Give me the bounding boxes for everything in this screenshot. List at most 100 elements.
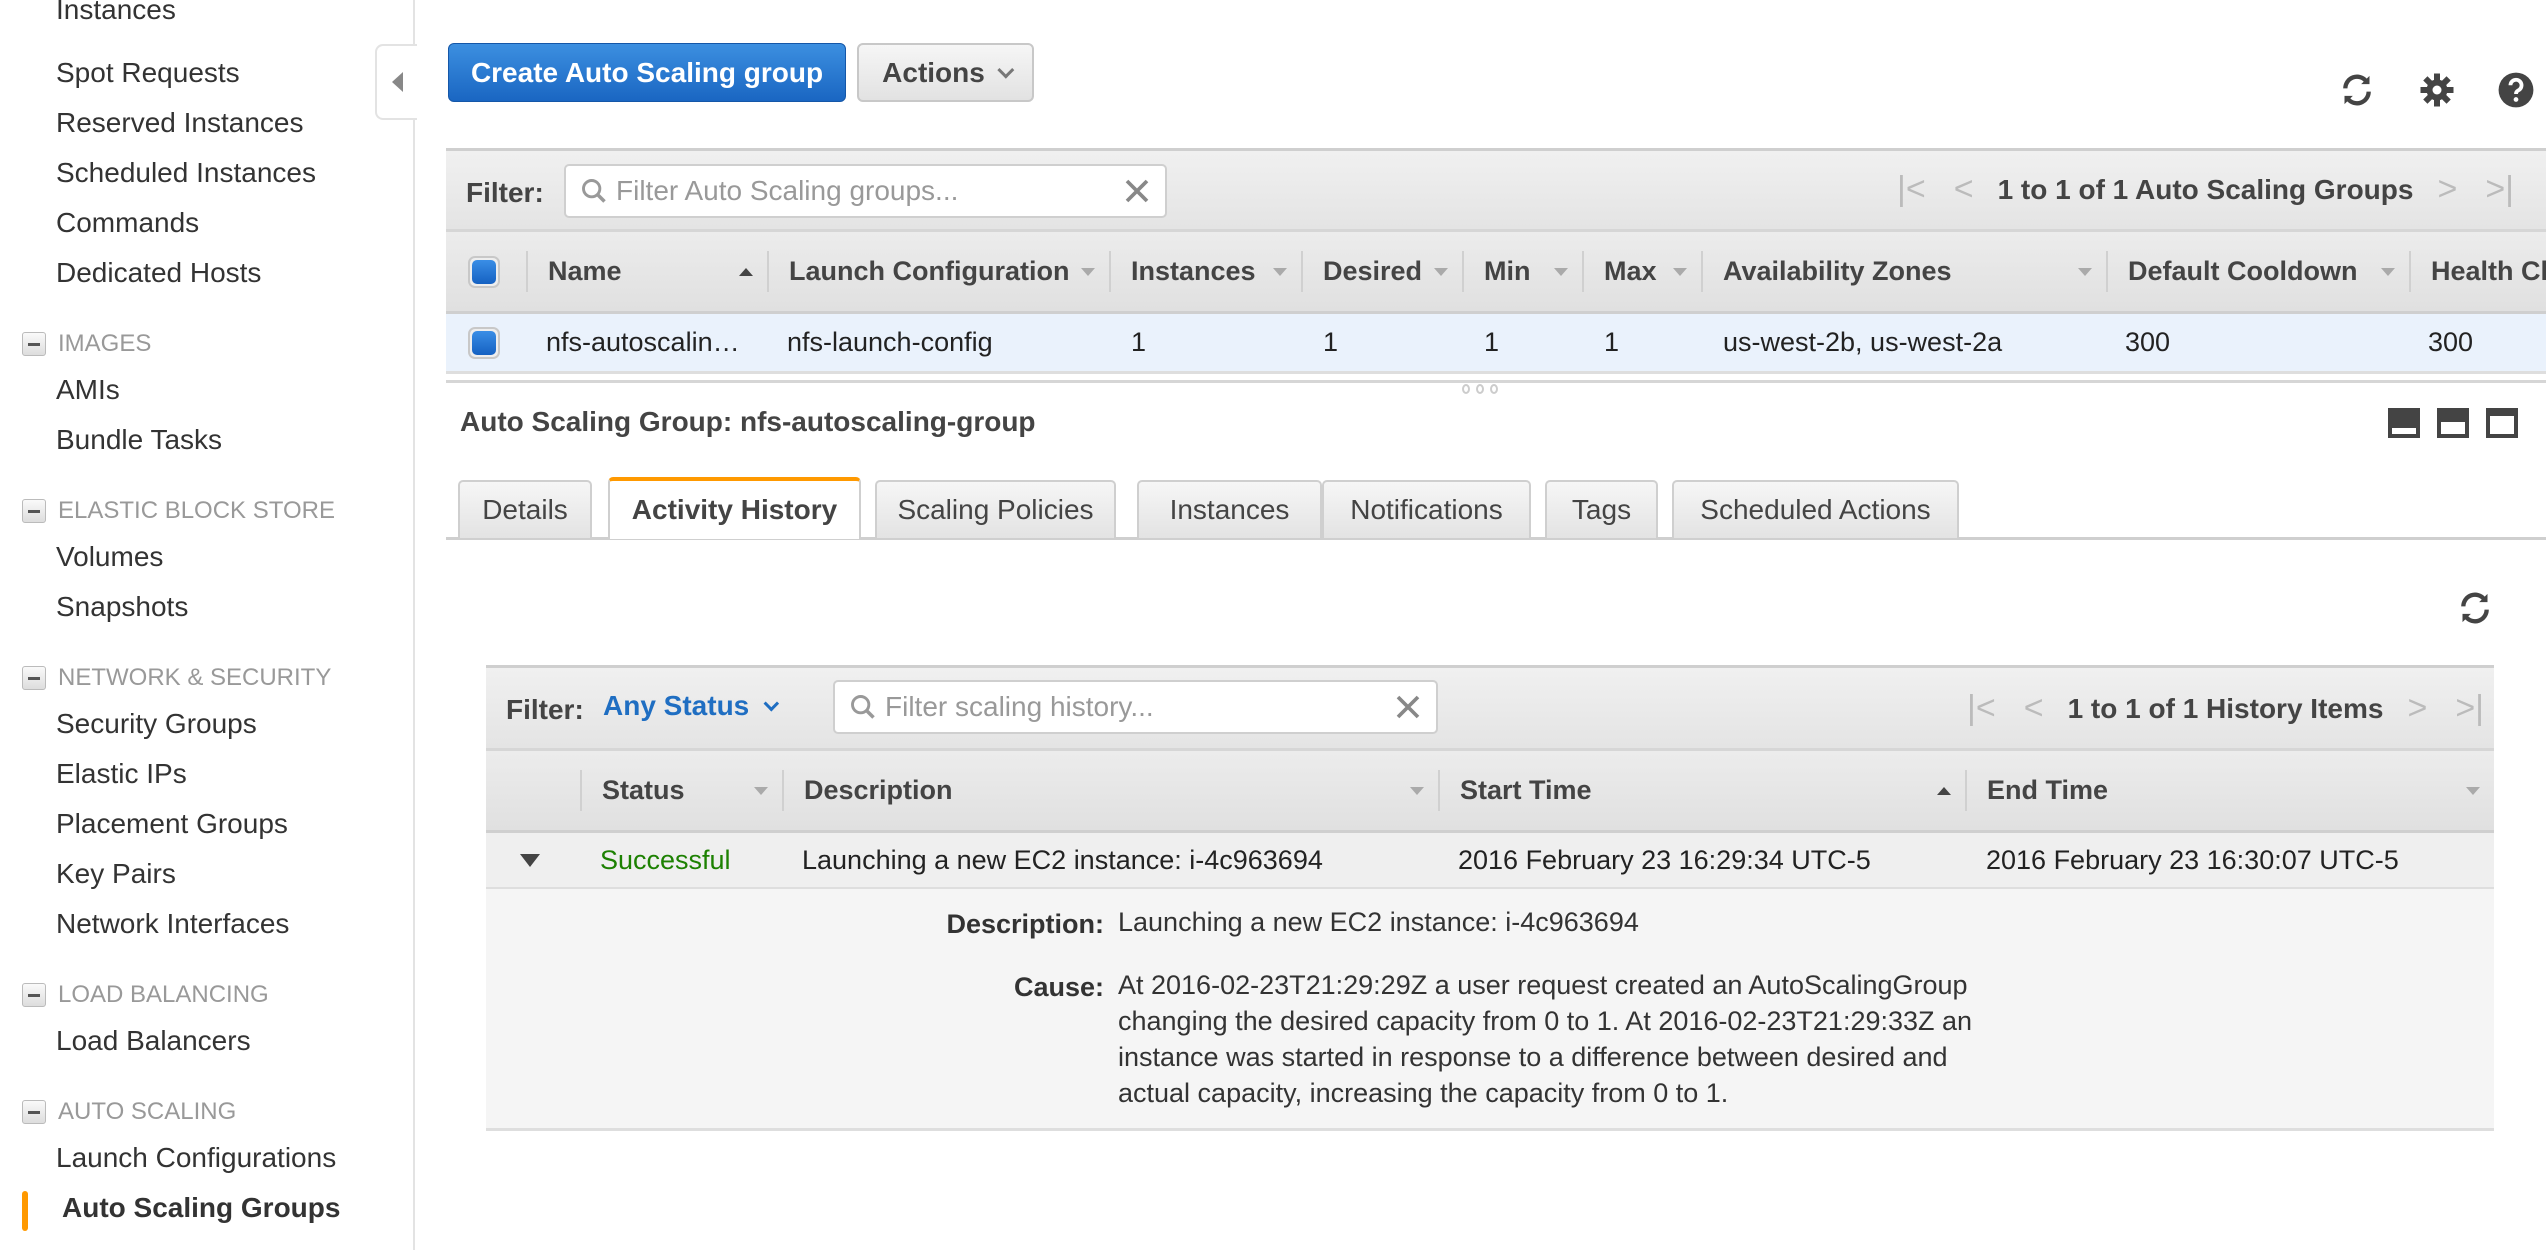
- tab-details[interactable]: Details: [458, 480, 592, 538]
- groups-pager: |< < 1 to 1 of 1 Auto Scaling Groups > >…: [1883, 170, 2528, 209]
- pager-text: 1 to 1 of 1 History Items: [2067, 692, 2384, 724]
- sidebar-item-bundle-tasks[interactable]: Bundle Tasks: [56, 424, 222, 456]
- next-page-icon[interactable]: >: [2437, 170, 2457, 209]
- first-page-icon[interactable]: |<: [1967, 689, 1996, 728]
- sidebar-item-elastic-ips[interactable]: Elastic IPs: [56, 758, 187, 790]
- sidebar-item-dedicated-hosts[interactable]: Dedicated Hosts: [56, 257, 261, 289]
- search-icon: [851, 695, 875, 719]
- sidebar-item-key-pairs[interactable]: Key Pairs: [56, 858, 176, 890]
- cell-launch-configuration: nfs-launch-config: [787, 327, 993, 357]
- history-search-input[interactable]: [885, 691, 1388, 723]
- column-header-health-check[interactable]: Health Cl: [2409, 232, 2546, 311]
- column-header-min[interactable]: Min: [1462, 232, 1582, 311]
- sidebar-item-commands[interactable]: Commands: [56, 207, 199, 239]
- resize-handle[interactable]: [1462, 384, 1498, 394]
- cell-default-cooldown: 300: [2125, 327, 2171, 357]
- column-header-status[interactable]: Status: [580, 751, 782, 830]
- tab-scaling-policies[interactable]: Scaling Policies: [875, 480, 1116, 538]
- groups-filter-bar: Filter: |< < 1 to 1 of 1 Auto Scaling Gr…: [446, 148, 2546, 232]
- column-header-default-cooldown[interactable]: Default Cooldown: [2106, 232, 2409, 311]
- history-pager: |< < 1 to 1 of 1 History Items > >|: [1953, 689, 2498, 728]
- history-search-box[interactable]: [833, 680, 1438, 734]
- groups-search-input[interactable]: [616, 175, 1117, 207]
- column-header-desired[interactable]: Desired: [1301, 232, 1462, 311]
- actions-dropdown-button[interactable]: Actions: [857, 43, 1034, 102]
- column-header-end-time[interactable]: End Time: [1965, 751, 2494, 830]
- sidebar-item-load-balancers[interactable]: Load Balancers: [56, 1025, 251, 1057]
- prev-page-icon[interactable]: <: [1954, 170, 1974, 209]
- clear-icon[interactable]: [1117, 171, 1157, 211]
- first-page-icon[interactable]: |<: [1897, 170, 1926, 209]
- collapse-section-icon[interactable]: [22, 666, 46, 690]
- sort-icon: [1673, 267, 1687, 276]
- table-row[interactable]: nfs-autoscalin… nfs-launch-config 1 1 1 …: [446, 314, 2546, 374]
- column-header-instances[interactable]: Instances: [1109, 232, 1301, 311]
- row-checkbox[interactable]: [468, 326, 500, 359]
- section-title: ELASTIC BLOCK STORE: [58, 497, 335, 524]
- column-header-description[interactable]: Description: [782, 751, 1438, 830]
- collapse-section-icon[interactable]: [22, 499, 46, 523]
- sidebar-item-spot-requests[interactable]: Spot Requests: [56, 57, 240, 89]
- refresh-history-icon[interactable]: [2455, 588, 2495, 628]
- refresh-icon[interactable]: [2337, 70, 2377, 110]
- collapse-section-icon[interactable]: [22, 1100, 46, 1124]
- select-all-checkbox-cell[interactable]: [468, 232, 518, 311]
- sidebar-item-launch-configurations[interactable]: Launch Configurations: [56, 1142, 336, 1174]
- cell-start-time: 2016 February 23 16:29:34 UTC-5: [1458, 844, 1871, 875]
- tab-scheduled-actions[interactable]: Scheduled Actions: [1672, 480, 1959, 538]
- help-icon[interactable]: [2497, 71, 2535, 109]
- sidebar-item-amis[interactable]: AMIs: [56, 374, 120, 406]
- sidebar-item-security-groups[interactable]: Security Groups: [56, 708, 257, 740]
- layout-medium-pane-icon[interactable]: [2437, 408, 2469, 438]
- gear-icon[interactable]: [2419, 72, 2455, 108]
- sidebar-item-volumes[interactable]: Volumes: [56, 541, 163, 573]
- sidebar-item-reserved-instances[interactable]: Reserved Instances: [56, 107, 303, 139]
- clear-icon[interactable]: [1388, 687, 1428, 727]
- cell-end-time: 2016 February 23 16:30:07 UTC-5: [1986, 844, 2399, 875]
- next-page-icon[interactable]: >: [2407, 689, 2427, 728]
- column-header-name[interactable]: Name: [526, 232, 767, 311]
- tab-notifications[interactable]: Notifications: [1322, 480, 1531, 538]
- sidebar-section-auto-scaling[interactable]: AUTO SCALING: [22, 1098, 236, 1126]
- sort-icon: [1273, 267, 1287, 276]
- sidebar-item-instances[interactable]: Instances: [56, 0, 176, 26]
- sidebar-section-load-balancing[interactable]: LOAD BALANCING: [22, 981, 269, 1009]
- detail-title: Auto Scaling Group: nfs-autoscaling-grou…: [460, 406, 1036, 437]
- tab-activity-history[interactable]: Activity History: [608, 477, 861, 539]
- section-title: AUTO SCALING: [58, 1098, 237, 1125]
- prev-page-icon[interactable]: <: [2024, 689, 2044, 728]
- layout-small-pane-icon[interactable]: [2388, 408, 2420, 438]
- pane-divider[interactable]: [446, 380, 2546, 383]
- last-page-icon[interactable]: >|: [2485, 170, 2514, 209]
- tab-tags[interactable]: Tags: [1545, 480, 1658, 538]
- sidebar-item-snapshots[interactable]: Snapshots: [56, 591, 188, 623]
- last-page-icon[interactable]: >|: [2455, 689, 2484, 728]
- sidebar-item-network-interfaces[interactable]: Network Interfaces: [56, 908, 289, 940]
- collapse-sidebar-button[interactable]: [375, 44, 417, 120]
- groups-search-box[interactable]: [564, 164, 1167, 218]
- tab-instances[interactable]: Instances: [1137, 480, 1322, 538]
- collapse-section-icon[interactable]: [22, 332, 46, 356]
- column-header-launch-configuration[interactable]: Launch Configuration: [767, 232, 1109, 311]
- create-auto-scaling-group-button[interactable]: Create Auto Scaling group: [448, 43, 846, 102]
- description-label: Description:: [946, 909, 1104, 939]
- row-checkbox-cell[interactable]: [468, 314, 500, 371]
- sidebar-section-network-security[interactable]: NETWORK & SECURITY: [22, 664, 331, 692]
- sidebar-item-auto-scaling-groups[interactable]: Auto Scaling Groups: [62, 1192, 340, 1224]
- expand-row-toggle[interactable]: [520, 833, 540, 887]
- status-filter-dropdown[interactable]: Any Status: [603, 690, 780, 722]
- sidebar-item-placement-groups[interactable]: Placement Groups: [56, 808, 288, 840]
- sidebar-item-scheduled-instances[interactable]: Scheduled Instances: [56, 157, 316, 189]
- layout-large-pane-icon[interactable]: [2486, 408, 2518, 438]
- column-header-start-time[interactable]: Start Time: [1438, 751, 1965, 830]
- section-title: LOAD BALANCING: [58, 981, 269, 1008]
- sidebar-section-ebs[interactable]: ELASTIC BLOCK STORE: [22, 497, 335, 525]
- select-all-checkbox[interactable]: [468, 255, 500, 288]
- column-header-availability-zones[interactable]: Availability Zones: [1701, 232, 2106, 311]
- sidebar-section-images[interactable]: IMAGES: [22, 330, 151, 358]
- collapse-section-icon[interactable]: [22, 983, 46, 1007]
- sort-icon: [1554, 267, 1568, 276]
- column-header-max[interactable]: Max: [1582, 232, 1701, 311]
- sort-asc-icon: [739, 267, 753, 276]
- table-row[interactable]: Successful Launching a new EC2 instance:…: [486, 833, 2494, 890]
